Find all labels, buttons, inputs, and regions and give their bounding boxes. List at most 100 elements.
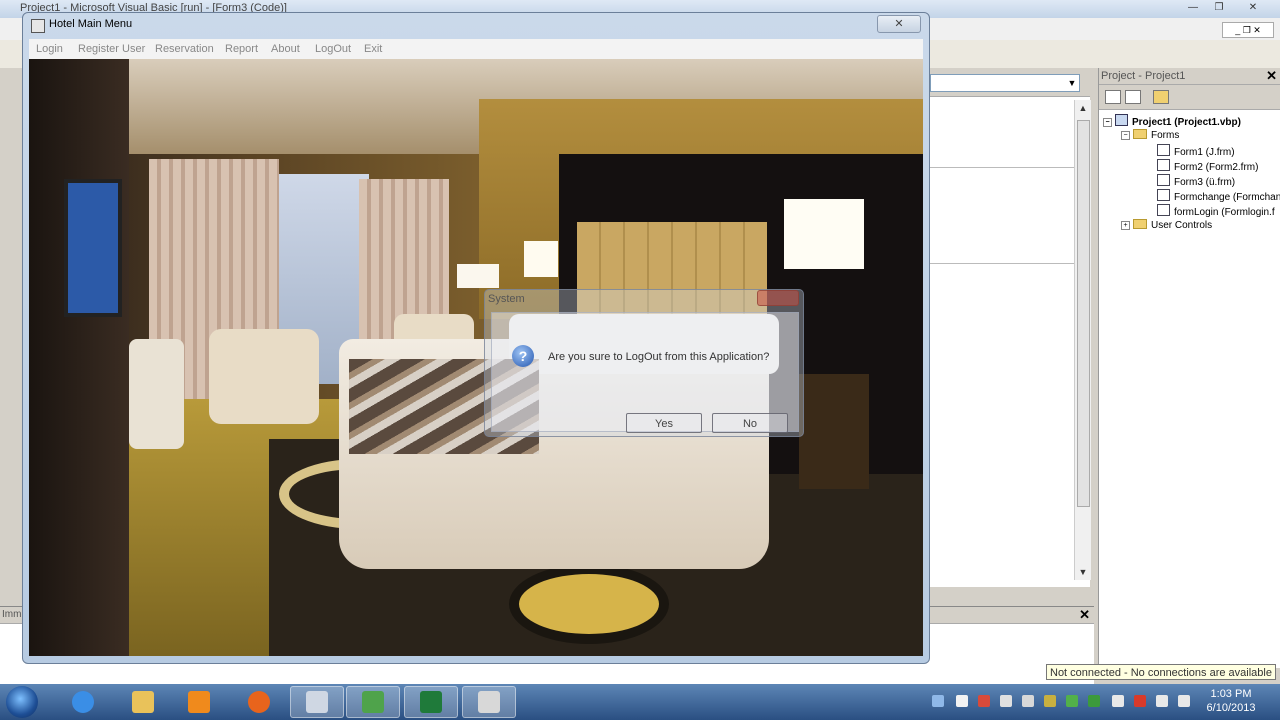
ide-minimize-button[interactable]: — bbox=[1182, 1, 1204, 15]
project-explorer-titlebar: Project - Project1 ✕ bbox=[1099, 68, 1280, 85]
view-code-icon[interactable] bbox=[1105, 90, 1121, 104]
collapse-icon[interactable]: − bbox=[1103, 118, 1112, 127]
lamp bbox=[457, 264, 499, 288]
visual-basic-icon bbox=[362, 691, 384, 713]
form-window-icon bbox=[31, 19, 45, 33]
dialog-message: Are you sure to LogOut from this Applica… bbox=[548, 351, 770, 363]
yes-button[interactable]: Yes bbox=[626, 413, 702, 433]
taskbar: 1:03 PM 6/10/2013 bbox=[0, 684, 1280, 720]
tray-icon[interactable] bbox=[1000, 695, 1012, 707]
flag-icon[interactable] bbox=[1156, 695, 1168, 707]
tree-item-form3[interactable]: Form3 (ü.frm) bbox=[1157, 174, 1235, 188]
immediate-title: Imm bbox=[2, 609, 22, 620]
expand-icon[interactable]: + bbox=[1121, 221, 1130, 230]
no-button[interactable]: No bbox=[712, 413, 788, 433]
ide-child-window-controls[interactable]: _ ❐ ✕ bbox=[1222, 22, 1274, 38]
menu-exit[interactable]: Exit bbox=[364, 43, 382, 55]
tray-icon[interactable] bbox=[1066, 695, 1078, 707]
form-icon bbox=[1157, 159, 1170, 171]
ide-maximize-button[interactable]: ❐ bbox=[1208, 1, 1230, 15]
window-title: Hotel Main Menu bbox=[49, 18, 133, 30]
dialog-close-button[interactable] bbox=[757, 290, 799, 306]
menu-reservation[interactable]: Reservation bbox=[155, 43, 214, 55]
form-icon bbox=[1157, 144, 1170, 156]
procedure-combo[interactable]: ▼ bbox=[930, 74, 1080, 92]
scroll-up-icon[interactable]: ▲ bbox=[1075, 100, 1091, 116]
internet-explorer-icon bbox=[72, 691, 94, 713]
logout-confirm-dialog: System ? Are you sure to LogOut from thi… bbox=[484, 289, 804, 437]
project-explorer-close-icon[interactable]: ✕ bbox=[1266, 68, 1277, 84]
firefox-icon bbox=[248, 691, 270, 713]
menu-report[interactable]: Report bbox=[225, 43, 258, 55]
tray-icon[interactable] bbox=[1022, 695, 1034, 707]
code-vertical-scrollbar[interactable]: ▲ ▼ bbox=[1074, 100, 1091, 580]
hotel-menubar: Login Register User Reservation Report A… bbox=[29, 39, 923, 60]
television bbox=[64, 179, 122, 317]
tray-icon[interactable] bbox=[932, 695, 944, 707]
ide-close-button[interactable]: ✕ bbox=[1242, 1, 1264, 15]
code-editor[interactable] bbox=[930, 96, 1090, 587]
combo-arrow-icon: ▼ bbox=[1067, 78, 1077, 88]
toggle-folders-icon[interactable] bbox=[1153, 90, 1169, 104]
menu-login[interactable]: Login bbox=[36, 43, 63, 55]
tree-item-form1[interactable]: Form1 (J.frm) bbox=[1157, 144, 1235, 158]
collapse-icon[interactable]: − bbox=[1121, 131, 1130, 140]
screen-recorder-icon bbox=[478, 691, 500, 713]
scroll-thumb[interactable] bbox=[1077, 120, 1090, 507]
menu-register-user[interactable]: Register User bbox=[78, 43, 145, 55]
tree-item-formlogin[interactable]: formLogin (Formlogin.f bbox=[1157, 204, 1275, 218]
tree-item-forms-folder[interactable]: − Forms bbox=[1121, 129, 1179, 141]
volume-icon[interactable] bbox=[1178, 695, 1190, 707]
clock[interactable]: 1:03 PM 6/10/2013 bbox=[1196, 687, 1266, 715]
tree-item-formchange[interactable]: Formchange (Formchange bbox=[1157, 189, 1280, 203]
desk-chair bbox=[129, 339, 184, 449]
dialog-body: ? Are you sure to LogOut from this Appli… bbox=[491, 312, 799, 433]
project-icon bbox=[1115, 114, 1128, 126]
project-explorer-toolbar bbox=[1099, 85, 1280, 110]
taskbar-visual-basic[interactable] bbox=[346, 686, 400, 718]
scroll-down-icon[interactable]: ▼ bbox=[1075, 564, 1091, 580]
form-icon bbox=[1157, 189, 1170, 201]
network-status-tooltip: Not connected - No connections are avail… bbox=[1046, 664, 1276, 680]
taskbar-recorder[interactable] bbox=[462, 686, 516, 718]
tray-icon[interactable] bbox=[1088, 695, 1100, 707]
armchair bbox=[209, 329, 319, 424]
network-icon[interactable] bbox=[1112, 695, 1124, 707]
form-icon bbox=[1157, 174, 1170, 186]
taskbar-explorer[interactable] bbox=[116, 686, 170, 718]
code-separator bbox=[930, 263, 1078, 264]
clock-date: 6/10/2013 bbox=[1206, 702, 1256, 714]
folder-icon bbox=[1133, 129, 1147, 139]
tree-item-form2[interactable]: Form2 (Form2.frm) bbox=[1157, 159, 1258, 173]
close-button[interactable]: ✕ bbox=[877, 15, 921, 33]
media-player-icon bbox=[188, 691, 210, 713]
taskbar-firefox[interactable] bbox=[232, 686, 286, 718]
tray-icon[interactable] bbox=[956, 695, 968, 707]
folder-icon bbox=[1133, 219, 1147, 229]
taskbar-computer[interactable] bbox=[290, 686, 344, 718]
rug-pattern bbox=[509, 564, 669, 644]
project-explorer-title: Project - Project1 bbox=[1101, 70, 1186, 82]
project-explorer: Project - Project1 ✕ − Project1 (Project1… bbox=[1098, 68, 1280, 668]
start-button[interactable] bbox=[6, 686, 38, 718]
taskbar-ie[interactable] bbox=[56, 686, 110, 718]
tree-item-user-controls[interactable]: + User Controls bbox=[1121, 219, 1212, 231]
immediate-close-icon[interactable]: ✕ bbox=[1079, 607, 1090, 623]
tray-icon[interactable] bbox=[1044, 695, 1056, 707]
nightstand bbox=[799, 374, 869, 489]
tray-icon[interactable] bbox=[978, 695, 990, 707]
view-object-icon[interactable] bbox=[1125, 90, 1141, 104]
lamp bbox=[524, 241, 558, 277]
clock-time: 1:03 PM bbox=[1210, 688, 1252, 700]
menu-logout[interactable]: LogOut bbox=[315, 43, 351, 55]
tree-item-project[interactable]: − Project1 (Project1.vbp) bbox=[1103, 114, 1241, 128]
tray-icon[interactable] bbox=[1134, 695, 1146, 707]
taskbar-excel[interactable] bbox=[404, 686, 458, 718]
taskbar-media-player[interactable] bbox=[172, 686, 226, 718]
question-icon: ? bbox=[512, 345, 534, 367]
dialog-title: System bbox=[488, 293, 525, 305]
dark-wall bbox=[29, 59, 129, 656]
menu-about[interactable]: About bbox=[271, 43, 300, 55]
computer-icon bbox=[306, 691, 328, 713]
excel-icon bbox=[420, 691, 442, 713]
